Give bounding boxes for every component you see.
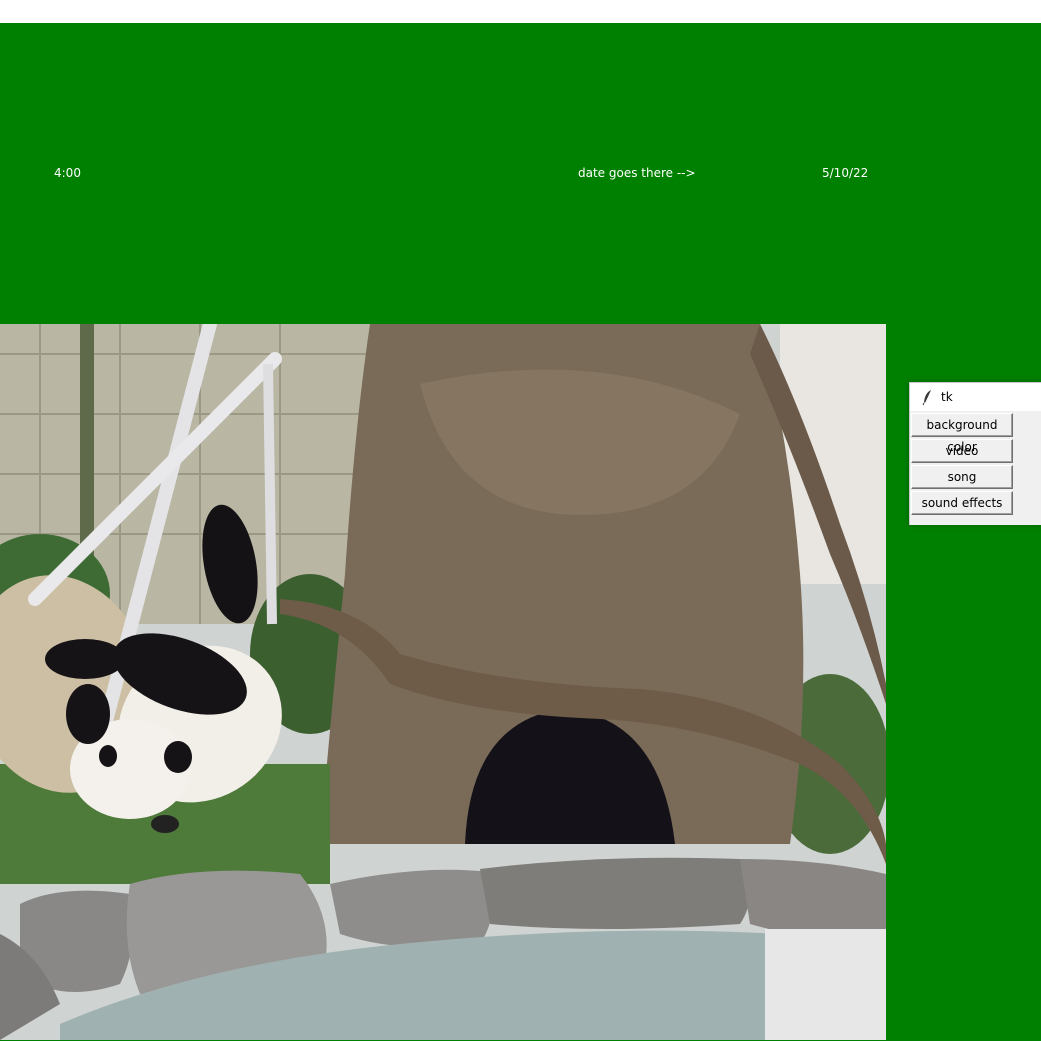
song-button[interactable]: song (911, 465, 1013, 489)
sound-effects-button[interactable]: sound effects (911, 491, 1013, 515)
tk-title: tk (941, 390, 953, 404)
video-button[interactable]: video (911, 439, 1013, 463)
panda-video-image (0, 324, 886, 1040)
tk-button-panel: background color video song sound effect… (910, 411, 1041, 515)
tk-window: tk background color video song sound eff… (909, 382, 1041, 525)
background-color-button[interactable]: background color (911, 413, 1013, 454)
tk-titlebar[interactable]: tk (910, 383, 1041, 411)
feather-icon (919, 388, 937, 406)
video-frame[interactable] (0, 324, 886, 1040)
main-window: 4:00 date goes there --> 5/10/22 (0, 23, 1041, 1041)
time-label: 4:00 (54, 166, 81, 180)
date-label: 5/10/22 (822, 166, 869, 180)
date-hint-label: date goes there --> (578, 166, 696, 180)
